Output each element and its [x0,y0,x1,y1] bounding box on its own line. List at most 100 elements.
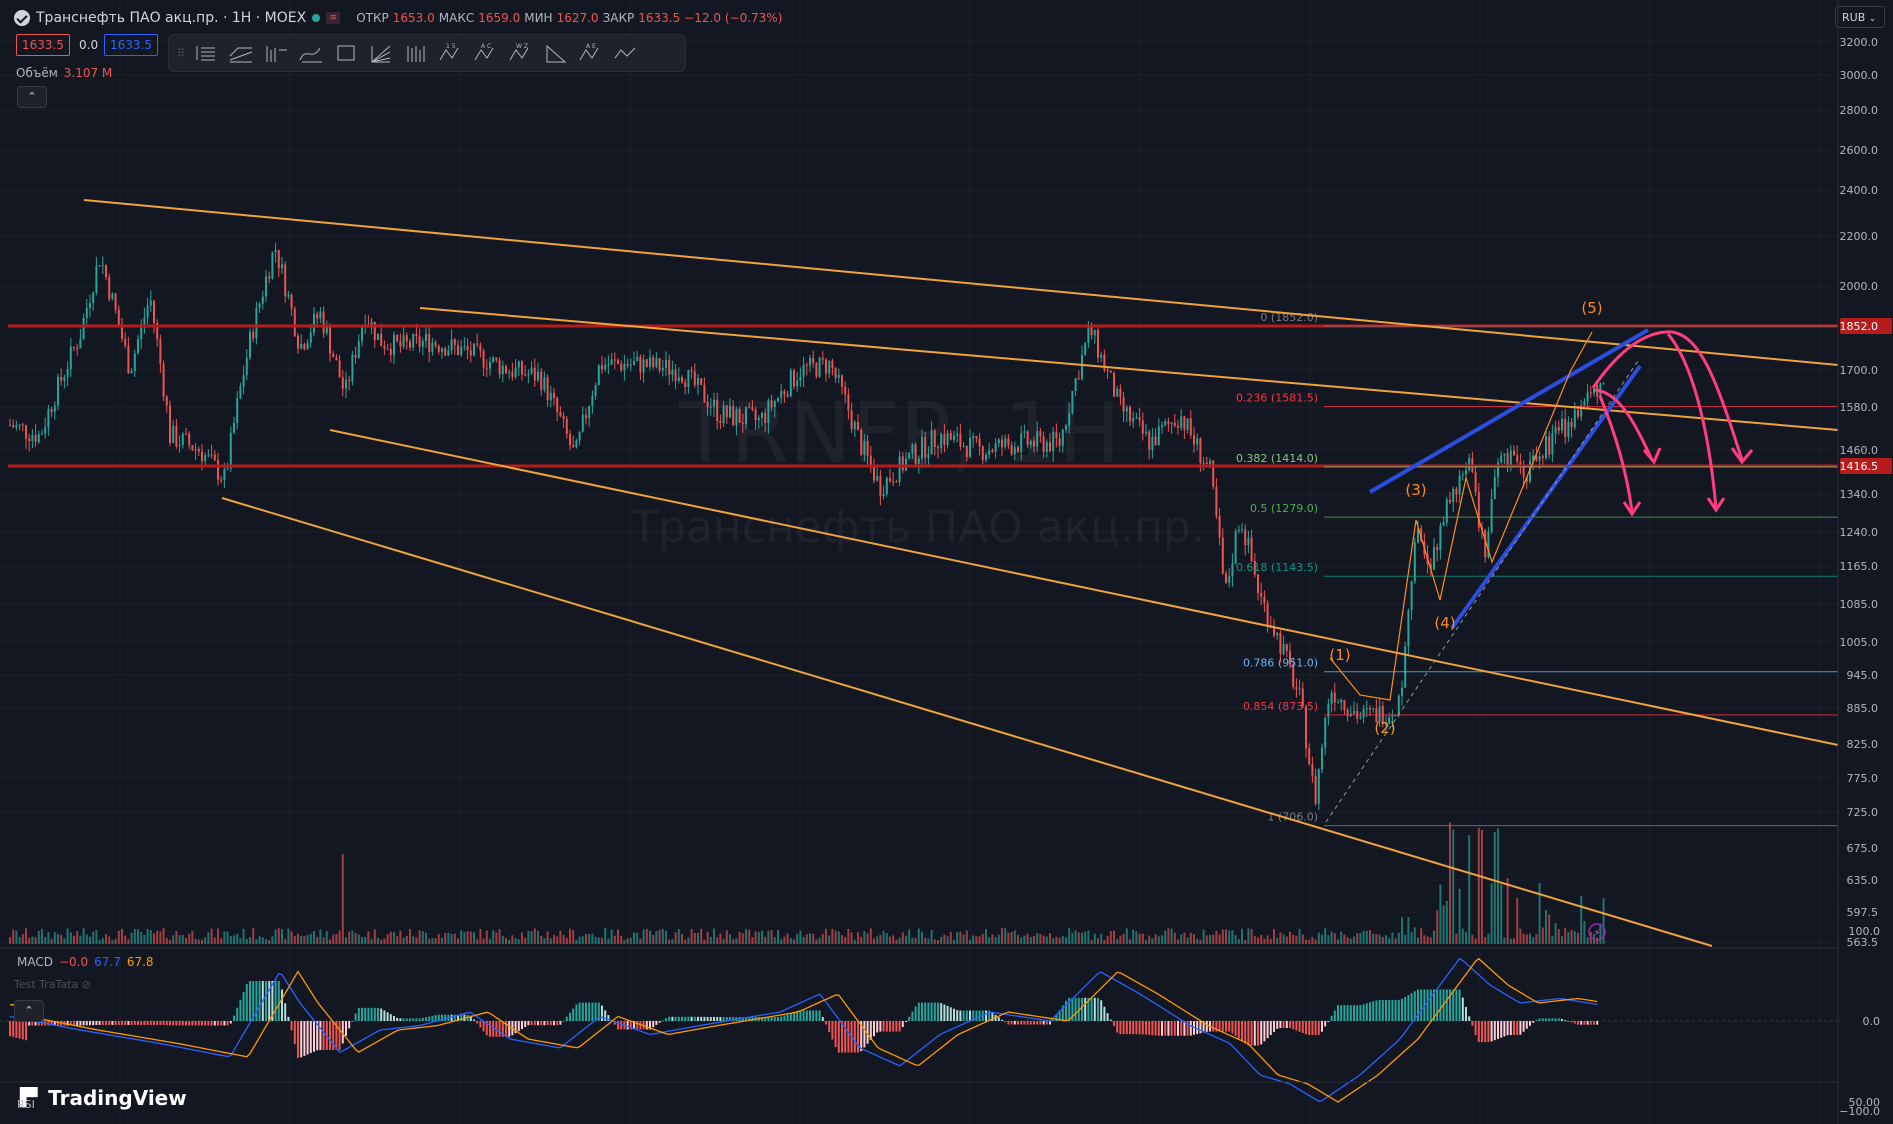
volume-bar [1087,930,1090,944]
candle-body [1173,422,1176,426]
abcd-pattern-icon[interactable]: 1 5 [434,38,467,68]
macd-histogram-bar [1369,1002,1371,1021]
currency-selector[interactable]: RUB ⌄ [1835,6,1885,28]
flag-icon[interactable]: ≡ [326,12,341,24]
macd-histogram-bar [1199,1021,1202,1034]
price-tick: 725.0 [1847,806,1879,819]
candle-body [713,399,715,407]
macd-histogram-bar [213,1021,216,1026]
volume-bar [857,932,859,944]
volume-bar [1477,827,1480,944]
volume-bar [1170,928,1173,944]
macd-histogram-bar [1260,1021,1263,1045]
fib-fan-icon[interactable] [364,38,397,68]
volume-bar [1033,936,1035,944]
candle-body [687,370,690,388]
volume-bar [482,938,485,944]
candle-body [469,350,472,356]
volume-bar [1516,897,1519,944]
volume-bar [1141,933,1144,944]
elliott-icon[interactable]: W Z [504,38,537,68]
symbol-logo-icon[interactable] [14,10,30,26]
candle-body [98,265,101,267]
macd-histogram-bar [95,1021,98,1025]
candle-body [988,450,991,455]
macd-histogram-bar [105,1021,107,1025]
macd-histogram-bar [722,1017,725,1021]
macd-histogram-bar [1132,1021,1135,1035]
macd-histogram-bar [319,1021,322,1050]
macd-histogram-bar [969,1010,971,1021]
candle-body [540,371,543,390]
volume-bar [1314,939,1317,944]
candle-body [805,364,808,366]
candle-body [47,408,50,428]
rectangle-icon[interactable] [329,38,362,68]
macd-histogram-bar [956,1010,959,1021]
candle-body [537,371,539,381]
volume-bar [1045,936,1048,944]
volume-bar [585,934,587,944]
elliott-correction-icon[interactable]: A E [574,38,607,68]
volume-bar [754,931,757,944]
tradingview-logo[interactable]: ▛▘ TradingView [20,1086,187,1110]
candle-body [786,394,789,397]
symbol-title[interactable]: Транснефть ПАО акц.пр. · 1H · MOEX [36,10,306,26]
candle-body [556,397,559,412]
volume-bar [1317,932,1320,944]
pitchfork-icon[interactable] [189,38,222,68]
macd-histogram-bar [786,1014,789,1021]
collapse-indicators-button[interactable]: ⌃ [14,1000,44,1022]
volume-bar [687,937,690,944]
hidden-indicator-label[interactable]: Test TraTata ⊘ [14,978,91,991]
price-axis[interactable]: 3200.0 3000.0 2800.0 2600.0 2400.0 2200.0 2000… [1837,0,1893,1124]
candle-body [69,346,72,370]
eye-off-icon[interactable]: ⊘ [82,978,91,991]
sell-price-button[interactable]: 1633.5 [16,34,70,56]
candle-body [898,456,901,483]
chart-canvas[interactable]: TRNFP, 1H Транснефть ПАО акц.пр. 0 (1852… [0,0,1893,1124]
volume-bar [303,936,306,944]
candle-body [799,376,802,381]
gann-icon[interactable] [399,38,432,68]
volume-bar [1417,937,1419,944]
collapse-legend-button[interactable]: ⌃ [17,86,47,108]
triangle-pattern-icon[interactable] [539,38,572,68]
volume-bar [530,931,533,944]
path-icon[interactable] [609,38,642,68]
macd-histogram-bar [1023,1021,1026,1025]
fib-retracement-icon[interactable] [259,38,292,68]
candle-body [793,370,795,387]
macd-histogram-bar [1522,1021,1525,1032]
drag-handle-icon[interactable]: ⠿ [175,38,187,68]
candle-body [1071,390,1074,413]
volume-bar [1109,931,1112,944]
candle-body [460,346,463,355]
candle-body [12,425,15,428]
pattern-icon[interactable] [294,38,327,68]
buy-price-button[interactable]: 1633.5 [104,34,158,56]
volume-bar [1061,935,1064,944]
candle-body [997,439,1000,444]
candle-body [143,317,146,325]
macd-histogram-bar [1045,1021,1048,1025]
macd-histogram-bar [1468,1016,1471,1021]
candle-body [1436,547,1439,551]
volume-bar [31,936,34,944]
macd-histogram-bar [1372,1001,1375,1021]
candle-body [879,476,882,497]
volume-bar [1052,938,1055,944]
candle-body [972,436,975,438]
volume-bar [402,937,405,944]
volume-bar [476,939,479,944]
volume-bar [882,930,885,944]
volume-bar [210,928,213,944]
volume-bar [188,933,191,944]
candle-body [866,440,869,456]
candle-body [889,477,891,482]
candle-body [661,368,664,371]
macd-histogram-bar [1017,1021,1019,1025]
xabcd-pattern-icon[interactable]: A C [469,38,502,68]
candle-body [860,429,863,455]
parallel-channel-icon[interactable] [224,38,257,68]
